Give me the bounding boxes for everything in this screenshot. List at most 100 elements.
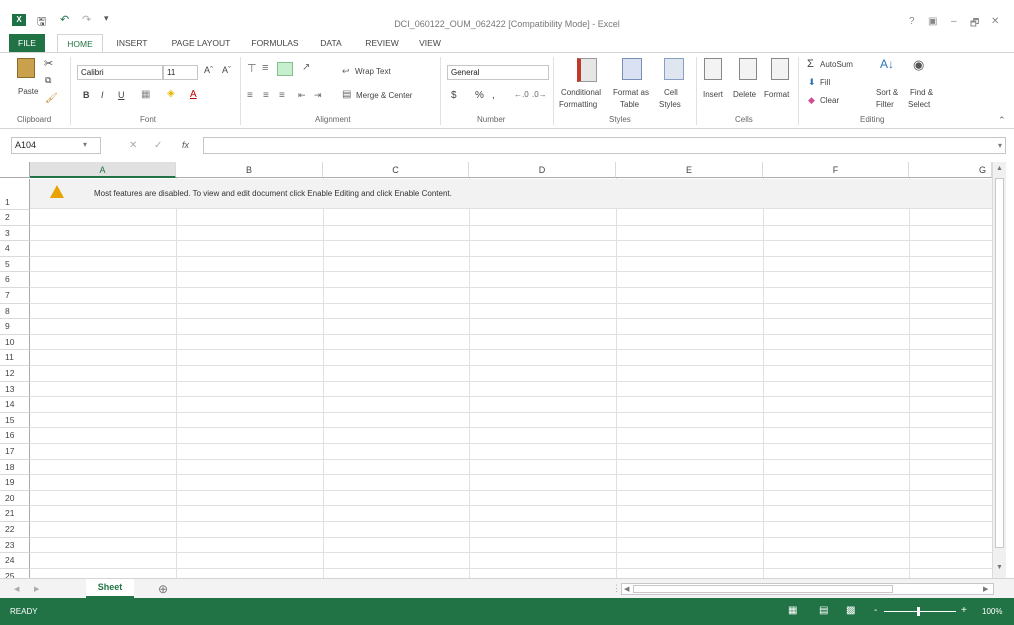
- paste-button[interactable]: Paste: [18, 87, 38, 96]
- decrease-font-icon[interactable]: Aˇ: [222, 65, 231, 75]
- increase-font-icon[interactable]: Aˆ: [204, 65, 213, 75]
- select-all-corner[interactable]: [0, 162, 30, 178]
- increase-decimal-icon[interactable]: ←.0: [514, 90, 529, 99]
- decrease-indent-icon[interactable]: ⇤: [298, 90, 306, 101]
- fill-color-icon[interactable]: ◈: [167, 88, 175, 99]
- decrease-decimal-icon[interactable]: .0→: [532, 90, 547, 99]
- conditional-formatting-button[interactable]: Conditional: [561, 88, 601, 97]
- paste-icon[interactable]: [17, 58, 35, 78]
- underline-icon[interactable]: U: [118, 90, 125, 100]
- name-box-dropdown-icon[interactable]: ▾: [83, 140, 87, 149]
- conditional-formatting-icon[interactable]: [577, 58, 597, 82]
- row-header[interactable]: 25: [0, 568, 30, 578]
- row-header[interactable]: 5: [0, 256, 30, 273]
- fill-button[interactable]: Fill: [820, 78, 830, 87]
- row-header[interactable]: 6: [0, 272, 30, 288]
- row-header[interactable]: 24: [0, 553, 30, 569]
- cut-icon[interactable]: ✂: [44, 57, 53, 70]
- zoom-slider-thumb[interactable]: [917, 607, 920, 616]
- row-header[interactable]: 9: [0, 319, 30, 335]
- number-format-select[interactable]: General: [447, 65, 549, 80]
- cancel-icon[interactable]: ✕: [129, 140, 137, 151]
- format-as-table-icon[interactable]: [622, 58, 642, 80]
- autosum-button[interactable]: AutoSum: [820, 60, 853, 69]
- column-header-c[interactable]: C: [323, 162, 469, 178]
- tab-page-layout[interactable]: PAGE LAYOUT: [163, 34, 239, 52]
- worksheet-grid[interactable]: A B C D E F G 1 2 3 4 5 6 7 8 9 10 11 12 13 14 15 16 17 1…: [0, 162, 1014, 578]
- font-size-select[interactable]: 11: [163, 65, 198, 80]
- delete-cells-button[interactable]: Delete: [733, 90, 756, 99]
- row-header[interactable]: 17: [0, 444, 30, 460]
- middle-align-icon[interactable]: ≡: [262, 62, 268, 74]
- row-header[interactable]: 11: [0, 350, 30, 366]
- row-header[interactable]: 20: [0, 490, 30, 507]
- column-header-g[interactable]: G: [909, 162, 992, 178]
- scroll-up-icon[interactable]: ▲: [996, 165, 1003, 172]
- vertical-scrollbar[interactable]: ▲ ▼: [992, 162, 1006, 578]
- tab-review[interactable]: REVIEW: [360, 34, 404, 52]
- row-header[interactable]: 8: [0, 303, 30, 320]
- horizontal-scrollbar[interactable]: ◀: [621, 583, 994, 595]
- top-align-icon[interactable]: ⊤: [247, 62, 257, 75]
- column-header-e[interactable]: E: [616, 162, 763, 178]
- scroll-right-icon[interactable]: ▶: [983, 585, 988, 593]
- row-header[interactable]: 23: [0, 537, 30, 554]
- comma-button[interactable]: ,: [492, 90, 495, 101]
- row-header[interactable]: 2: [0, 210, 30, 226]
- fill-icon[interactable]: ⬇: [808, 77, 816, 88]
- expand-formula-bar-icon[interactable]: ▾: [998, 141, 1002, 150]
- merge-center-button[interactable]: Merge & Center: [356, 91, 412, 100]
- close-icon[interactable]: ✕: [991, 16, 999, 27]
- clear-icon[interactable]: ◆: [808, 95, 815, 106]
- sort-filter-icon[interactable]: A↓: [880, 57, 894, 71]
- enter-icon[interactable]: ✓: [154, 140, 162, 151]
- row-header[interactable]: 16: [0, 428, 30, 444]
- help-icon[interactable]: ?: [909, 16, 915, 27]
- align-left-icon[interactable]: ≡: [247, 90, 253, 101]
- tab-home[interactable]: HOME: [57, 34, 103, 53]
- bold-icon[interactable]: B: [83, 90, 90, 100]
- orientation-icon[interactable]: ↗: [302, 62, 310, 73]
- row-header[interactable]: 1: [0, 179, 30, 210]
- wrap-text-button[interactable]: Wrap Text: [355, 67, 391, 76]
- scroll-down-icon[interactable]: ▼: [996, 564, 1003, 571]
- tab-formulas[interactable]: FORMULAS: [245, 34, 305, 52]
- bottom-align-icon[interactable]: [277, 62, 293, 76]
- zoom-out-button[interactable]: -: [874, 605, 877, 616]
- minimize-icon[interactable]: –: [951, 16, 957, 27]
- sort-filter-button[interactable]: Sort &: [876, 88, 898, 97]
- find-select-icon[interactable]: ◉: [913, 57, 924, 73]
- insert-cells-icon[interactable]: [704, 58, 722, 80]
- row-header[interactable]: 4: [0, 241, 30, 257]
- column-header-b[interactable]: B: [176, 162, 323, 178]
- tab-insert[interactable]: INSERT: [111, 34, 153, 52]
- font-color-icon[interactable]: A: [190, 89, 197, 100]
- row-header[interactable]: 12: [0, 366, 30, 382]
- cell-styles-icon[interactable]: [664, 58, 684, 80]
- split-handle-icon[interactable]: ⋮: [612, 583, 621, 594]
- format-as-table-button[interactable]: Format as: [613, 88, 649, 97]
- page-layout-view-icon[interactable]: ▤: [819, 605, 828, 616]
- row-header[interactable]: 19: [0, 475, 30, 491]
- insert-function-icon[interactable]: fx: [182, 140, 189, 150]
- sheet-tab[interactable]: Sheet: [86, 579, 134, 598]
- find-select-button[interactable]: Find &: [910, 88, 933, 97]
- row-header[interactable]: 3: [0, 225, 30, 242]
- merge-center-icon[interactable]: ▤: [342, 89, 351, 100]
- align-right-icon[interactable]: ≡: [279, 90, 285, 101]
- row-header[interactable]: 10: [0, 334, 30, 351]
- format-cells-button[interactable]: Format: [764, 90, 789, 99]
- normal-view-icon[interactable]: ▦: [788, 605, 797, 616]
- zoom-in-button[interactable]: +: [961, 605, 967, 616]
- zoom-slider[interactable]: [884, 611, 956, 612]
- scroll-thumb[interactable]: [995, 178, 1004, 548]
- tab-file[interactable]: FILE: [9, 34, 45, 52]
- page-break-view-icon[interactable]: ▩: [846, 605, 855, 616]
- prev-sheet-icon[interactable]: ◀: [14, 585, 19, 593]
- row-header[interactable]: 13: [0, 381, 30, 398]
- row-header[interactable]: 7: [0, 288, 30, 304]
- restore-icon[interactable]: 🗗: [970, 16, 979, 33]
- increase-indent-icon[interactable]: ⇥: [314, 90, 322, 101]
- horizontal-scroll-thumb[interactable]: [633, 585, 893, 593]
- borders-icon[interactable]: ▦: [141, 89, 150, 100]
